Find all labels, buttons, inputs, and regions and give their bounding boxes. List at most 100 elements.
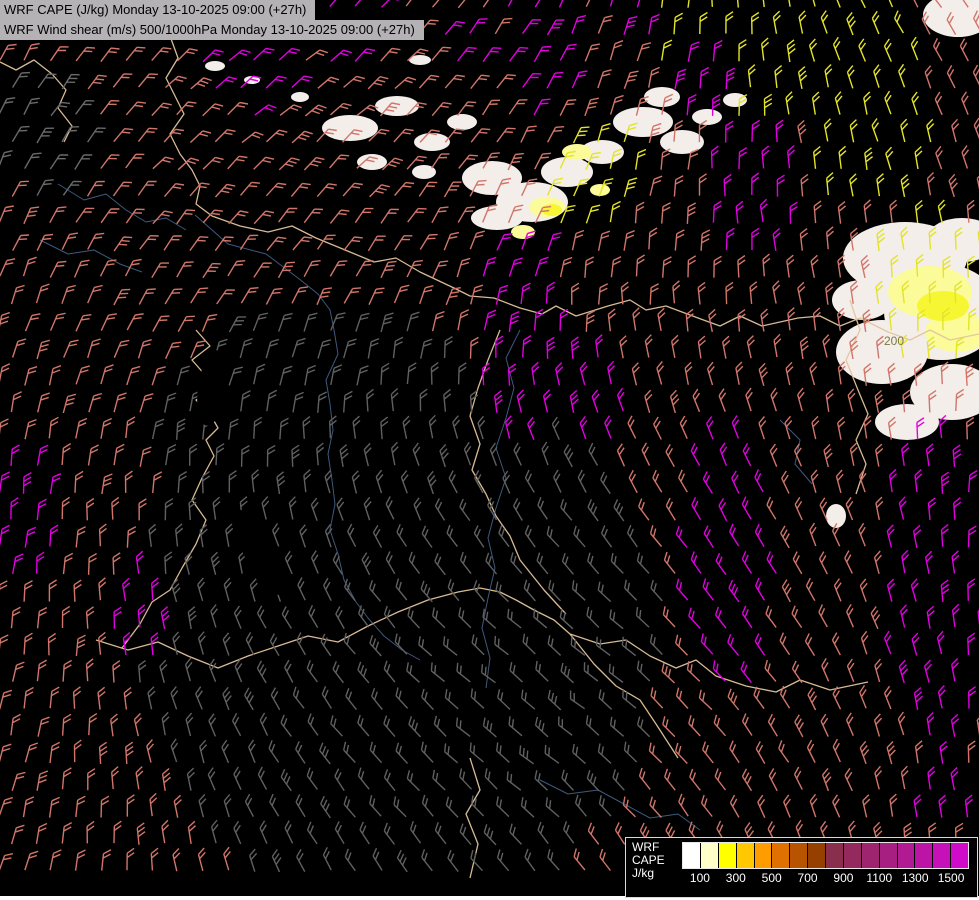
wind-barb (599, 744, 612, 764)
wind-barb (112, 497, 119, 519)
wind-barb (422, 742, 434, 763)
wind-barb (88, 769, 95, 791)
wind-barb (779, 740, 789, 762)
wind-barb (823, 335, 830, 358)
wind-barb (471, 75, 490, 88)
wind-barb (178, 158, 199, 170)
wind-barb (542, 442, 548, 465)
legend-value: 500 (762, 871, 782, 885)
wind-barb (101, 314, 117, 331)
lake (193, 348, 231, 427)
wind-barb (324, 578, 332, 601)
wind-barb (586, 205, 600, 223)
wind-barb (850, 174, 857, 197)
wind-barb (951, 768, 958, 791)
wind-barb (381, 313, 393, 332)
river-layer (40, 184, 812, 868)
wind-barb (152, 103, 172, 115)
wind-barb (610, 610, 623, 629)
wind-barb (483, 100, 500, 115)
wind-barb (88, 128, 106, 142)
wind-barb (233, 713, 241, 736)
wind-barb (573, 580, 586, 600)
wind-barb (253, 313, 268, 331)
wind-barb (876, 444, 883, 467)
wind-barb (446, 797, 458, 818)
wind-barb (560, 309, 568, 331)
title-bar-wind-shear: WRF Wind shear (m/s) 500/1000hPa Monday … (0, 20, 424, 40)
wind-barb (408, 607, 420, 628)
wind-barb (885, 686, 892, 709)
cape-patch-white (291, 92, 309, 102)
wind-barb (528, 417, 535, 440)
wind-barb (613, 769, 624, 790)
wind-barb (385, 769, 396, 790)
wind-barb (574, 526, 585, 547)
cape-patch-white (375, 96, 419, 116)
wind-barb (322, 686, 331, 708)
wind-barb (510, 662, 522, 682)
wind-barb (574, 849, 585, 870)
wind-barb (640, 768, 651, 790)
wind-barb (713, 41, 722, 62)
wind-barb (74, 687, 81, 709)
wind-barb (246, 794, 254, 817)
wind-barb (348, 524, 356, 547)
wind-barb (432, 103, 451, 116)
wind-barb (242, 132, 263, 143)
wind-barb (899, 660, 907, 683)
wind-barb (599, 231, 610, 251)
wind-barb (211, 605, 218, 628)
wind-barb (391, 389, 398, 412)
wind-barb (280, 418, 289, 439)
wind-barb (632, 363, 639, 386)
wind-barb (444, 233, 459, 251)
wind-barb (701, 633, 713, 654)
wind-barb (872, 11, 879, 34)
legend-swatch (737, 843, 755, 868)
legend-swatch (826, 843, 844, 868)
wind-barb (153, 419, 165, 439)
wind-barb (847, 12, 856, 35)
wind-barb (572, 71, 587, 88)
wind-barb (395, 183, 415, 196)
wind-barb (628, 416, 636, 439)
wind-barb (445, 743, 458, 762)
wind-barb (24, 207, 39, 224)
wind-barb (638, 553, 650, 574)
wind-barb (478, 416, 485, 439)
wind-barb (775, 66, 782, 88)
wind-barb (547, 526, 559, 547)
wind-barb (498, 689, 510, 709)
wind-barb (708, 362, 715, 385)
wind-barb (503, 471, 510, 494)
wind-barb (411, 821, 421, 843)
wind-barb (887, 525, 894, 548)
wind-barb (153, 472, 162, 493)
wind-barb (432, 154, 450, 168)
wind-barb (633, 308, 640, 331)
wind-barb (651, 580, 662, 601)
wind-barb (396, 688, 408, 709)
wind-barb (497, 234, 513, 251)
wind-barb (267, 390, 277, 411)
wind-barb (215, 237, 233, 251)
wind-barb (242, 446, 250, 467)
legend-swatch (915, 843, 933, 868)
wind-barb (548, 690, 560, 710)
legend-value: 300 (726, 871, 746, 885)
wind-barb (37, 128, 54, 143)
wind-barb (459, 607, 471, 627)
wind-barb (171, 687, 178, 710)
wind-barb (927, 444, 934, 466)
wind-barb (773, 229, 780, 251)
wind-barb (136, 767, 143, 790)
wind-barb (716, 607, 727, 628)
wind-barb (872, 119, 878, 142)
wind-barb (257, 661, 266, 683)
wind-barb (190, 444, 197, 466)
wind-barb (177, 366, 190, 385)
wind-barb (839, 146, 846, 169)
wind-barb (949, 174, 957, 197)
wind-barb (915, 688, 923, 710)
